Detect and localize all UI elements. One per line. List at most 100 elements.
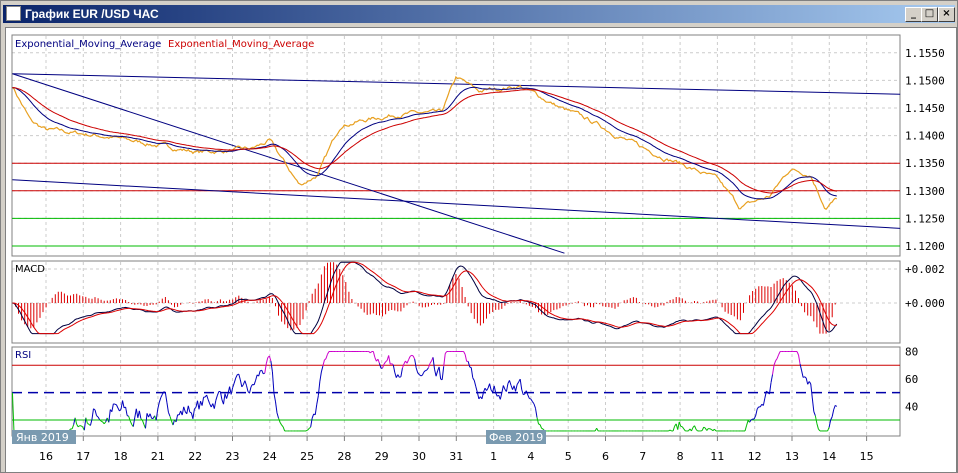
rsi-segment <box>421 371 425 376</box>
rsi-segment <box>397 374 400 378</box>
rsi-segment <box>472 377 475 381</box>
rsi-segment <box>141 420 145 425</box>
rsi-segment <box>164 392 168 403</box>
rsi-segment <box>97 416 101 420</box>
rsi-segment <box>755 408 758 416</box>
rsi-segment <box>425 369 428 372</box>
rsi-segment <box>282 426 286 432</box>
rsi-segment <box>523 393 525 396</box>
x-tick-label: 13 <box>785 450 799 463</box>
chart-canvas[interactable]: Exponential_Moving_Average Exponential_M… <box>0 0 958 473</box>
rsi-segment <box>215 395 218 401</box>
rsi-segment <box>441 366 445 380</box>
price-axis-label: 1.1550 <box>905 47 945 60</box>
rsi-segment <box>305 429 308 432</box>
rsi-segment <box>801 370 804 378</box>
rsi-segment <box>392 364 396 373</box>
macd-signal-line <box>12 261 837 335</box>
rsi-segment <box>317 381 321 396</box>
x-tick-label: 22 <box>188 450 202 463</box>
rsi-segment <box>189 411 192 414</box>
x-tick-label: 21 <box>151 450 165 463</box>
rsi-segment <box>426 367 429 371</box>
rsi-segment <box>683 428 686 432</box>
legend-ema-fast: Exponential_Moving_Average <box>15 39 161 50</box>
rsi-segment <box>372 351 376 358</box>
price-axis-label: 1.1300 <box>905 185 945 198</box>
rsi-segment <box>818 428 821 432</box>
rsi-segment <box>71 424 75 430</box>
price-axis-label: 1.1450 <box>905 102 945 115</box>
rsi-segment <box>125 406 128 416</box>
rsi-segment <box>308 426 311 429</box>
rsi-segment <box>773 360 777 366</box>
rsi-segment <box>438 366 442 380</box>
rsi-segment <box>515 384 518 392</box>
price-axis-label: 1.1200 <box>905 240 945 253</box>
price-axis-label: 1.1500 <box>905 74 945 87</box>
rsi-segment <box>270 361 273 372</box>
rsi-segment <box>703 426 706 429</box>
rsi-segment <box>527 394 530 399</box>
rsi-segment <box>810 383 813 399</box>
rsi-segment <box>694 425 697 430</box>
rsi-segment <box>258 370 261 377</box>
macd-label: MACD <box>15 264 45 275</box>
rsi-segment <box>804 376 807 379</box>
rsi-segment <box>530 398 533 402</box>
rsi-segment <box>532 401 535 405</box>
rsi-segment <box>327 351 330 355</box>
rsi-segment <box>276 412 280 419</box>
rsi-segment <box>253 380 257 386</box>
rsi-segment <box>534 408 538 418</box>
rsi-segment <box>11 392 15 431</box>
rsi-segment <box>255 374 258 381</box>
rsi-segment <box>281 424 284 428</box>
rsi-segment <box>115 404 119 409</box>
rsi-segment <box>172 419 176 426</box>
legend-ema-slow: Exponential_Moving_Average <box>168 39 314 50</box>
rsi-segment <box>701 426 705 431</box>
rsi-segment <box>444 351 448 354</box>
x-tick-label: 5 <box>565 450 572 463</box>
rsi-segment <box>691 427 694 432</box>
rsi-segment <box>808 381 812 385</box>
rsi-segment <box>126 415 129 417</box>
rsi-segment <box>681 426 685 430</box>
rsi-segment <box>400 367 403 377</box>
rsi-segment <box>245 385 249 392</box>
rsi-segment <box>132 417 136 427</box>
rsi-segment <box>409 354 412 357</box>
x-tick-label: 11 <box>710 450 724 463</box>
rsi-segment <box>775 358 778 362</box>
rsi-segment <box>434 369 437 377</box>
rsi-segment <box>831 409 835 417</box>
rsi-segment <box>502 385 506 390</box>
rsi-segment <box>319 371 322 382</box>
rsi-segment <box>521 389 524 395</box>
rsi-segment <box>383 361 387 365</box>
rsi-segment <box>796 351 799 356</box>
rsi-segment <box>382 363 385 369</box>
rsi-segment <box>827 427 830 432</box>
rsi-segment <box>248 386 252 394</box>
rsi-segment <box>391 363 394 366</box>
price-axis-label: 1.1350 <box>905 157 945 170</box>
x-tick-label: 31 <box>449 450 463 463</box>
rsi-segment <box>423 370 426 373</box>
rsi-segment <box>122 400 125 408</box>
rsi-segment <box>805 377 809 385</box>
rsi-segment <box>746 420 749 426</box>
rsi-segment <box>770 374 774 383</box>
rsi-segment <box>144 413 148 429</box>
rsi-segment <box>429 360 432 364</box>
x-tick-label: 4 <box>527 450 534 463</box>
rsi-segment <box>239 379 243 387</box>
rsi-segment <box>85 417 88 424</box>
rsi-segment <box>816 423 819 430</box>
rsi-segment <box>238 373 241 380</box>
rsi-segment <box>414 358 417 368</box>
rsi-segment <box>206 394 209 400</box>
rsi-segment <box>374 357 377 362</box>
x-tick-label: 23 <box>226 450 240 463</box>
